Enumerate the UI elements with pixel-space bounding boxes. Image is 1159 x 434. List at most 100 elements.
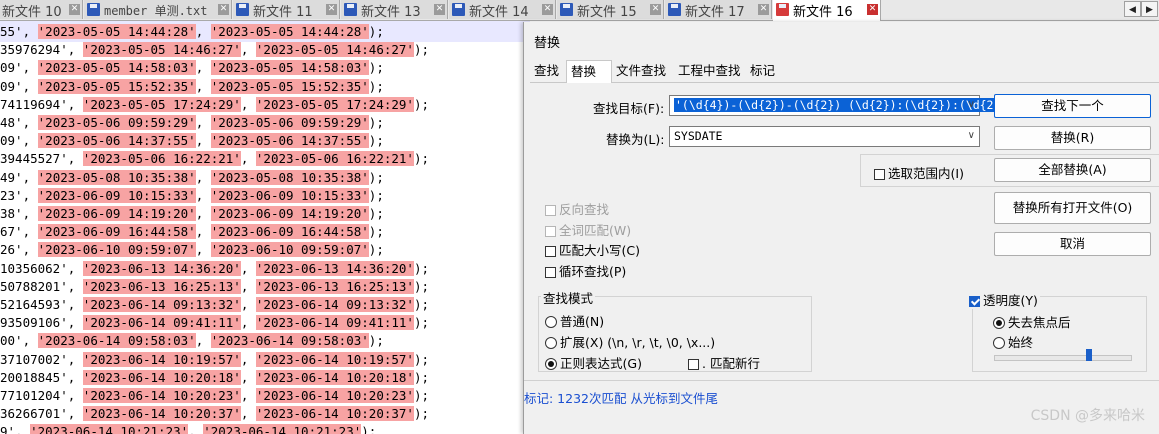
checkbox-box[interactable] — [874, 169, 885, 180]
on-lose-focus-radio[interactable]: 失去焦点后 — [993, 312, 1071, 331]
tab-file-15[interactable]: 新文件 15 ✕ — [557, 0, 664, 20]
match-highlight: '2023-06-09 14:19:20' — [210, 206, 369, 221]
always-radio[interactable]: 始终 — [993, 332, 1033, 351]
close-icon[interactable]: ✕ — [326, 4, 337, 15]
match-highlight: '2023-05-05 14:58:03' — [37, 60, 196, 76]
tab-scroll-left-button[interactable]: ◀ — [1124, 1, 1141, 17]
text-editor[interactable]: 55', '2023-05-05 14:44:28', '2023-05-05 … — [0, 21, 530, 434]
checkbox-box[interactable] — [545, 267, 556, 278]
replace-all-open-button[interactable]: 替换所有打开文件(O) — [994, 192, 1151, 224]
checkbox-box[interactable] — [545, 246, 556, 257]
close-icon[interactable]: ✕ — [542, 4, 553, 15]
tab-find[interactable]: 查找 — [530, 60, 566, 81]
line-prefix: 09', — [0, 78, 38, 94]
line-prefix: 93509106', — [0, 315, 83, 331]
tab-file-14[interactable]: 新文件 14 ✕ — [449, 0, 556, 20]
save-disk-icon — [452, 3, 465, 16]
replace-all-button[interactable]: 全部替换(A) — [994, 158, 1151, 182]
checkbox-box[interactable] — [688, 359, 699, 370]
close-icon[interactable]: ✕ — [650, 4, 661, 15]
replace-button[interactable]: 替换(R) — [994, 126, 1151, 150]
find-combobox[interactable]: '(\d{4})-(\d{2})-(\d{2}) (\d{2}):(\d{2})… — [669, 95, 1016, 116]
tab-file-11[interactable]: 新文件 11 ✕ — [233, 0, 340, 20]
separator: , — [195, 115, 211, 130]
transparency-slider-thumb[interactable] — [1086, 349, 1092, 361]
whole-word-checkbox[interactable]: 全词匹配(W) — [545, 220, 631, 239]
tab-replace[interactable]: 替换 — [566, 60, 612, 83]
radio-dot[interactable] — [545, 316, 557, 328]
radio-dot[interactable] — [993, 317, 1005, 329]
cancel-button[interactable]: 取消 — [994, 232, 1151, 256]
tab-scroll-right-button[interactable]: ▶ — [1141, 1, 1158, 17]
in-selection-checkbox[interactable]: 选取范围内(I) — [874, 163, 964, 182]
checkbox-box[interactable] — [969, 296, 980, 307]
transparency-checkbox[interactable]: 透明度(Y) — [969, 290, 1040, 309]
chevron-down-icon[interactable]: ∨ — [968, 99, 975, 110]
chevron-down-icon[interactable]: ∨ — [968, 130, 975, 141]
transparency-slider-track[interactable] — [994, 355, 1132, 361]
search-mode-title: 查找模式 — [541, 288, 596, 307]
replace-input[interactable]: SYSDATE — [674, 129, 722, 143]
tab-find-in-project[interactable]: 工程中查找 — [674, 60, 746, 81]
match-highlight: '2023-06-13 16:25:13' — [82, 278, 241, 294]
line-end: ); — [413, 42, 430, 58]
line-prefix: 55', — [0, 24, 38, 39]
reverse-search-checkbox[interactable]: 反向查找 — [545, 199, 609, 218]
close-icon[interactable]: ✕ — [434, 4, 445, 15]
wrap-around-checkbox[interactable]: 循环查找(P) — [545, 261, 626, 280]
save-disk-icon — [236, 3, 249, 16]
tab-find-in-files[interactable]: 文件查找 — [612, 60, 674, 81]
tab-file-10[interactable]: 新文件 10 ✕ — [0, 0, 83, 20]
match-highlight: '2023-05-05 17:24:29' — [82, 96, 241, 112]
tab-file-16[interactable]: 新文件 16 ✕ — [773, 0, 881, 21]
separator: , — [240, 351, 256, 367]
radio-dot[interactable] — [545, 337, 557, 349]
close-icon[interactable]: ✕ — [867, 4, 878, 15]
tab-mark[interactable]: 标记 — [746, 60, 786, 81]
replace-combobox[interactable]: SYSDATE ∨ — [669, 126, 980, 147]
radio-dot[interactable] — [993, 337, 1005, 349]
dialog-tab-strip: 查找 替换 文件查找 工程中查找 标记 — [530, 60, 1159, 83]
match-highlight: '2023-05-05 15:52:35' — [37, 78, 196, 94]
tab-label: 新文件 14 — [469, 5, 529, 20]
match-highlight: '2023-06-09 10:15:33' — [37, 187, 196, 203]
radio-dot[interactable] — [545, 358, 557, 370]
mode-normal-radio[interactable]: 普通(N) — [545, 311, 604, 330]
match-highlight: '2023-06-14 10:20:23' — [82, 388, 241, 403]
match-highlight: '2023-06-09 10:15:33' — [210, 187, 369, 203]
match-highlight: '2023-06-14 10:20:37' — [255, 406, 414, 422]
match-highlight: '2023-06-14 10:19:57' — [82, 351, 241, 367]
match-highlight: '2023-05-06 14:37:55' — [210, 133, 369, 149]
mode-regex-radio[interactable]: 正则表达式(G) — [545, 353, 642, 372]
match-highlight: '2023-05-06 09:59:29' — [37, 115, 196, 130]
match-highlight: '2023-06-14 09:41:11' — [82, 315, 241, 331]
match-highlight: '2023-05-05 15:52:35' — [210, 78, 369, 94]
match-highlight: '2023-05-08 10:35:38' — [210, 169, 369, 185]
tab-file-17[interactable]: 新文件 17 ✕ — [665, 0, 772, 20]
close-icon[interactable]: ✕ — [758, 4, 769, 15]
close-icon[interactable]: ✕ — [218, 4, 229, 15]
dot-matches-newline-checkbox[interactable]: . 匹配新行 — [688, 353, 760, 372]
line-end: ); — [368, 169, 384, 185]
find-input[interactable]: '(\d{4})-(\d{2})-(\d{2}) (\d{2}):(\d{2})… — [674, 98, 1016, 112]
separator: , — [240, 96, 256, 112]
tab-member-test[interactable]: member 单测.txt ✕ — [84, 0, 232, 19]
find-label: 查找目标(F): — [593, 101, 665, 116]
match-highlight: '2023-06-14 10:20:37' — [82, 406, 241, 422]
match-highlight: '2023-06-14 09:13:32' — [255, 297, 414, 312]
checkbox-box[interactable] — [545, 205, 556, 216]
separator: , — [195, 169, 211, 185]
line-end: ); — [368, 24, 384, 39]
save-disk-icon — [668, 3, 681, 16]
checkbox-box[interactable] — [545, 226, 556, 237]
replace-label: 替换为(L): — [606, 132, 665, 147]
line-end: ); — [368, 78, 384, 94]
mode-extended-radio[interactable]: 扩展(X) (\n, \r, \t, \0, \x...) — [545, 332, 715, 351]
match-highlight: '2023-06-14 09:58:03' — [210, 333, 369, 349]
watermark: CSDN @多来哈米 — [1030, 408, 1145, 424]
close-icon[interactable]: ✕ — [69, 4, 80, 15]
find-next-button[interactable]: 查找下一个 — [994, 94, 1151, 118]
match-case-checkbox[interactable]: 匹配大小写(C) — [545, 240, 640, 259]
tab-file-13[interactable]: 新文件 13 ✕ — [341, 0, 448, 20]
match-highlight: '2023-05-06 14:37:55' — [37, 133, 196, 149]
